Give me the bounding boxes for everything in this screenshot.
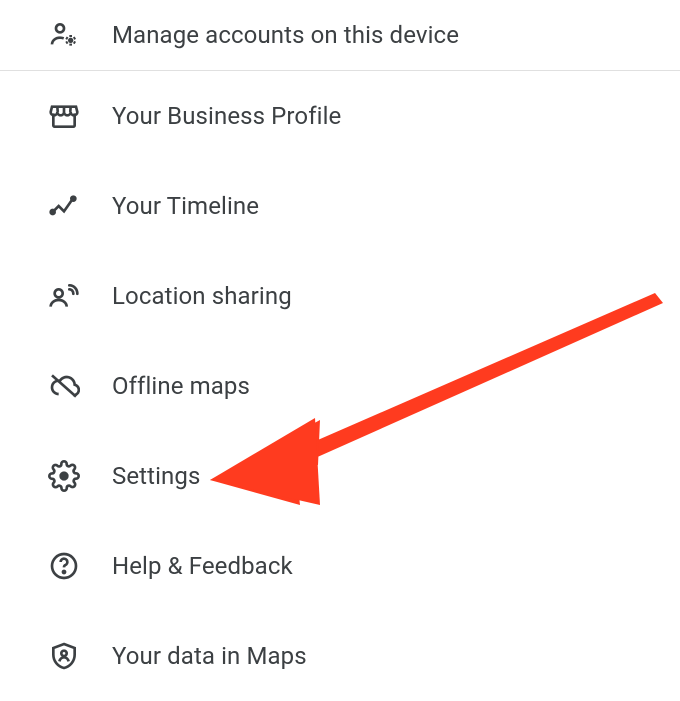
menu-item-label: Settings bbox=[112, 462, 200, 490]
gear-icon bbox=[46, 458, 82, 494]
menu-item-label: Manage accounts on this device bbox=[112, 21, 459, 49]
location-sharing-icon bbox=[46, 278, 82, 314]
cloud-off-icon bbox=[46, 368, 82, 404]
menu-item-manage-accounts[interactable]: Manage accounts on this device bbox=[0, 0, 680, 70]
menu-item-business-profile[interactable]: Your Business Profile bbox=[0, 71, 680, 161]
menu-item-your-data[interactable]: Your data in Maps bbox=[0, 611, 680, 701]
timeline-icon bbox=[46, 188, 82, 224]
menu-item-label: Your Timeline bbox=[112, 192, 259, 220]
privacy-shield-icon bbox=[46, 638, 82, 674]
menu-item-label: Location sharing bbox=[112, 282, 292, 310]
menu-item-label: Your data in Maps bbox=[112, 642, 307, 670]
manage-accounts-icon bbox=[46, 17, 82, 53]
menu-item-label: Offline maps bbox=[112, 372, 250, 400]
menu-item-label: Help & Feedback bbox=[112, 552, 293, 580]
menu-item-settings[interactable]: Settings bbox=[0, 431, 680, 521]
menu-item-location-sharing[interactable]: Location sharing bbox=[0, 251, 680, 341]
storefront-icon bbox=[46, 98, 82, 134]
menu-item-offline-maps[interactable]: Offline maps bbox=[0, 341, 680, 431]
menu-item-label: Your Business Profile bbox=[112, 102, 341, 130]
menu-item-timeline[interactable]: Your Timeline bbox=[0, 161, 680, 251]
help-icon bbox=[46, 548, 82, 584]
menu-item-help-feedback[interactable]: Help & Feedback bbox=[0, 521, 680, 611]
